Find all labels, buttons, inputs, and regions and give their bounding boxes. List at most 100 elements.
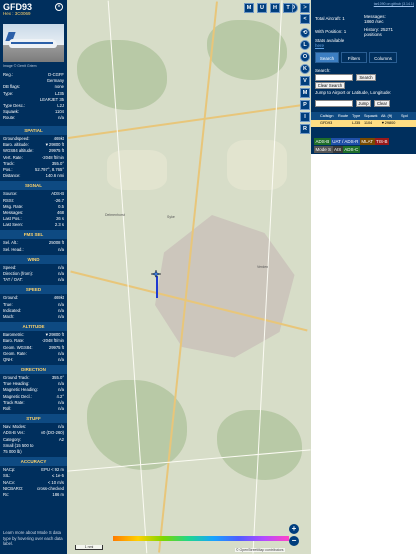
zoom-in-button[interactable]: + [289, 524, 299, 534]
info-rows: Reg.: D-CGFF Germany DB flags: none Type: LJ35… [0, 72, 67, 122]
source-chip[interactable]: Mode S [314, 146, 333, 153]
info-row: Last Seen: 2.3 s [0, 222, 67, 228]
map-button-t[interactable]: T [283, 3, 293, 13]
search-input[interactable] [315, 74, 353, 81]
info-label[interactable]: TAT / OAT: [3, 277, 23, 283]
info-row: Roll: n/a [0, 406, 67, 412]
search-button[interactable]: Search [356, 74, 376, 81]
col-header[interactable] [311, 112, 319, 120]
stats-link[interactable]: here [315, 43, 324, 49]
hex-code: Hex : 3C0069 [3, 11, 31, 16]
col-header-squawk[interactable]: Squawk [363, 112, 380, 120]
col-header-type[interactable]: Type [351, 112, 363, 120]
jump-input[interactable] [315, 100, 353, 107]
field-area [227, 140, 287, 190]
info-label[interactable]: Roll: [3, 406, 11, 412]
collapse-sidebar-button[interactable]: < [300, 14, 310, 24]
history-unit: positions [364, 32, 382, 37]
altitude-color-legend [113, 536, 289, 541]
photo-stripe [11, 42, 53, 44]
map-attribution[interactable]: © OpenStreetMap contributors [235, 548, 285, 552]
source-chip[interactable]: ADS-C [342, 146, 360, 153]
cell-route [337, 120, 351, 127]
info-label[interactable]: Reg.: [3, 72, 13, 78]
info-value: 2.3 s [54, 222, 64, 228]
clear-button[interactable]: Clear [374, 100, 390, 107]
cell-callsign: GFD93 [320, 121, 333, 125]
table-header: Callsign Route Type Squawk Alt. (ft) Spd [311, 112, 416, 120]
tab-filters[interactable]: Filters [341, 52, 367, 63]
aircraft-photo[interactable] [3, 24, 64, 62]
info-row: QNH: n/a [0, 357, 67, 363]
search-label: Search: [315, 68, 331, 73]
source-chip[interactable]: AIS [332, 146, 343, 153]
info-value: n/a [58, 115, 64, 121]
zoom-out-button[interactable]: − [289, 536, 299, 546]
jump-label: Jump to Airport or Latitude, Longitude: [315, 90, 392, 95]
info-label[interactable]: Distance: [3, 173, 20, 179]
section-rows: SPATIAL Groundspeed: 469kt Baro. altitude: ▼… [0, 124, 67, 498]
tab-columns[interactable]: Columns [369, 52, 397, 63]
info-row: Mach: n/a [0, 314, 67, 320]
info-label[interactable]: Rc: [3, 492, 9, 498]
tab-search[interactable]: Search [315, 52, 339, 63]
info-button[interactable]: I [300, 112, 310, 122]
section-header-spatial: SPATIAL [0, 126, 67, 135]
col-header-alt[interactable]: Alt. (ft) [380, 112, 400, 120]
info-row: 75 000 lb) [0, 449, 67, 455]
cell-type: LJ35 [352, 121, 361, 125]
cell-speed [400, 120, 416, 127]
info-value: A2 [58, 436, 64, 442]
sidebar: tar1090 on github (3.14.1) Total Aircraf… [311, 0, 416, 554]
info-label[interactable]: 75 000 lb) [3, 449, 22, 455]
reset-map-button[interactable]: ⟲ [300, 28, 310, 38]
labels-button[interactable]: L [300, 40, 310, 50]
map-view[interactable]: Delmenhorst Verden Syke M U H ⚙ + − 1 nm… [67, 0, 311, 554]
expand-arrow-icon[interactable]: > [300, 3, 310, 13]
kml-button[interactable]: K [300, 64, 310, 74]
multi-select-button[interactable]: M [300, 88, 310, 98]
info-row: TAT / OAT: n/a [0, 277, 67, 283]
github-link[interactable]: tar1090 on github (3.14.1) [374, 2, 414, 6]
info-label[interactable]: Type: [3, 91, 13, 97]
info-value: n/a [58, 356, 64, 362]
map-button-m[interactable]: M [244, 3, 254, 13]
col-header-speed[interactable]: Spd [400, 112, 416, 120]
info-label[interactable]: QNH: [3, 357, 13, 363]
info-header: GFD93 × Hex : 3C0069 [0, 0, 67, 20]
jump-button[interactable]: Jump [356, 100, 371, 107]
source-legend: ADS-B UAT / ADS-R MLAT TIS-B Mode S AIS ADS-C [314, 130, 414, 153]
info-row: Rc: 186 m [0, 492, 67, 498]
offset-button[interactable]: O [300, 52, 310, 62]
aircraft-marker-icon[interactable] [151, 270, 161, 278]
messages-value: 1860 /sec [364, 19, 384, 24]
col-header-route[interactable]: Route [337, 112, 351, 120]
clear-search-button[interactable]: Clear Search [315, 82, 345, 89]
info-value: n/a [58, 406, 64, 411]
info-label[interactable]: Sel. Head.: [3, 247, 24, 253]
persistence-button[interactable]: P [300, 100, 310, 110]
vertical-button[interactable]: V [300, 76, 310, 86]
section-header-wind: WIND [0, 254, 67, 264]
scale-bar: 1 nmi [75, 545, 103, 550]
source-chip[interactable]: TIS-B [374, 138, 390, 145]
section-header-direction: DIRECTION [0, 365, 67, 375]
close-icon[interactable]: × [55, 3, 63, 11]
sidebar-tabs: Search Filters Columns [315, 52, 415, 63]
map-button-h[interactable]: H [270, 3, 280, 13]
map-button-u[interactable]: U [257, 3, 267, 13]
section-header-speed: SPEED [0, 285, 67, 295]
flight-track [156, 276, 158, 298]
info-value: n/a [58, 246, 64, 252]
info-label[interactable]: Mach: [3, 314, 14, 320]
info-label[interactable]: Last Seen: [3, 222, 23, 228]
town-label: Syke [167, 215, 175, 219]
source-chip[interactable]: MLAT [359, 138, 375, 145]
info-row: Sel. Head.: n/a [0, 247, 67, 253]
section-header-signal: SIGNAL [0, 181, 67, 191]
col-header-callsign[interactable]: Callsign [319, 112, 337, 120]
info-label[interactable]: Route: [3, 115, 15, 121]
range-rings-button[interactable]: R [300, 124, 310, 134]
with-position: With Position: 1 [315, 29, 347, 34]
table-row[interactable]: GFD93 LJ35 1104 ▼29800 [311, 120, 416, 127]
